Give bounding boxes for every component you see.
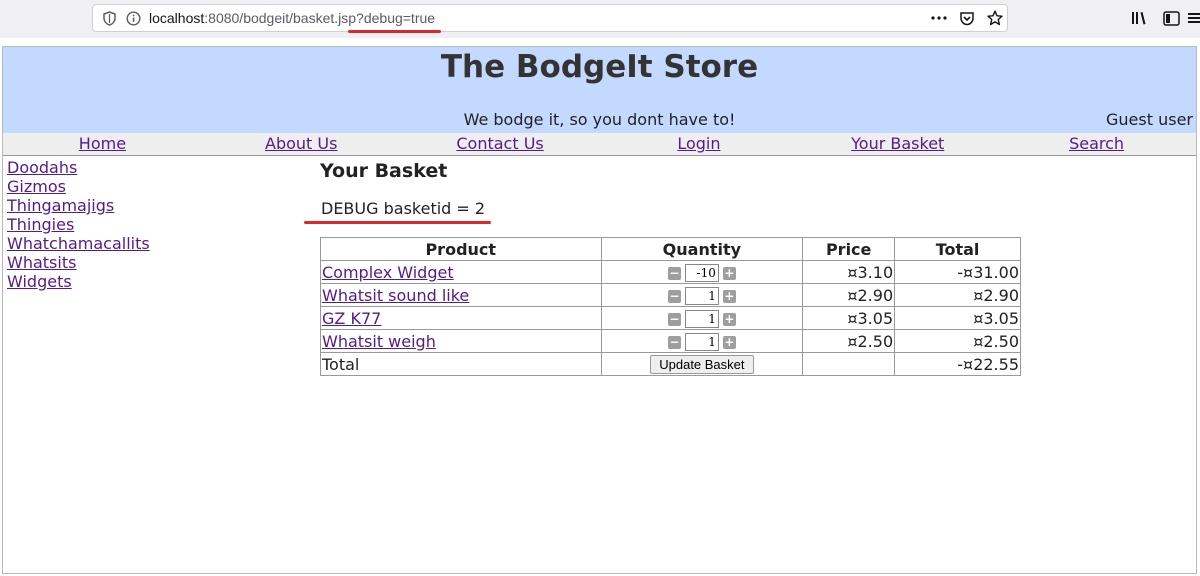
decrement-icon[interactable]: − (667, 312, 681, 326)
address-bar[interactable]: localhost:8080/bodgeit/basket.jsp?debug=… (92, 4, 1008, 32)
sidebar-item-doodahs[interactable]: Doodahs (7, 158, 150, 177)
url-highlight-underline (348, 30, 441, 33)
price-cell: ¤2.50 (802, 329, 896, 353)
category-sidebar: Doodahs Gizmos Thingamajigs Thingies Wha… (7, 158, 150, 291)
update-cell: Update Basket (600, 352, 804, 376)
column-header-quantity: Quantity (600, 237, 804, 261)
main-nav: Home About Us Contact Us Login Your Bask… (3, 133, 1196, 155)
nav-divider (3, 155, 1196, 156)
sidebar-item-gizmos[interactable]: Gizmos (7, 177, 150, 196)
table-row: Whatsit sound like −+ ¤2.90 ¤2.90 (320, 283, 1021, 307)
price-cell: ¤3.10 (802, 260, 896, 284)
column-header-product: Product (320, 237, 602, 261)
table-row: GZ K77 −+ ¤3.05 ¤3.05 (320, 306, 1021, 330)
nav-contact-us[interactable]: Contact Us (401, 133, 600, 155)
total-cell: ¤2.90 (894, 283, 1021, 307)
nav-your-basket[interactable]: Your Basket (798, 133, 997, 155)
info-icon[interactable] (125, 5, 141, 31)
page-title: Your Basket (320, 160, 448, 182)
product-link[interactable]: Whatsit weigh (322, 332, 436, 351)
site-header: The BodgeIt Store We bodge it, so you do… (3, 47, 1196, 133)
product-cell: Whatsit weigh (320, 329, 602, 353)
table-row: Complex Widget −+ ¤3.10 -¤31.00 (320, 260, 1021, 284)
basket-content: Your Basket DEBUG basketid = 2 Product Q… (304, 157, 1040, 376)
shield-icon[interactable] (101, 5, 117, 31)
decrement-icon[interactable]: − (667, 335, 681, 349)
debug-basketid: DEBUG basketid = 2 (321, 199, 486, 218)
page-actions-icon[interactable] (929, 5, 949, 31)
quantity-input[interactable] (684, 264, 719, 283)
sidebar-toggle-icon[interactable] (1159, 5, 1183, 31)
increment-icon[interactable]: + (722, 335, 736, 349)
pocket-icon[interactable] (957, 5, 977, 31)
library-icon[interactable] (1128, 5, 1152, 31)
decrement-icon[interactable]: − (667, 266, 681, 280)
column-header-price: Price (802, 237, 896, 261)
total-cell: -¤31.00 (894, 260, 1021, 284)
user-status: Guest user (1106, 110, 1193, 129)
nav-home[interactable]: Home (3, 133, 202, 155)
sidebar-item-thingies[interactable]: Thingies (7, 215, 150, 234)
increment-icon[interactable]: + (722, 266, 736, 280)
price-cell: ¤2.90 (802, 283, 896, 307)
empty-price-cell (802, 352, 896, 376)
sidebar-item-whatsits[interactable]: Whatsits (7, 253, 150, 272)
price-cell: ¤3.05 (802, 306, 896, 330)
page-frame: The BodgeIt Store We bodge it, so you do… (2, 46, 1197, 574)
grand-total: -¤22.55 (894, 352, 1021, 376)
url-path: :8080/bodgeit/basket.jsp?debug=true (204, 10, 436, 26)
nav-about-us[interactable]: About Us (202, 133, 401, 155)
table-row: Whatsit weigh −+ ¤2.50 ¤2.50 (320, 329, 1021, 353)
quantity-cell: −+ (600, 306, 804, 330)
url-host: localhost (149, 10, 205, 26)
column-header-total: Total (894, 237, 1021, 261)
quantity-input[interactable] (684, 310, 719, 329)
total-cell: ¤3.05 (894, 306, 1021, 330)
product-link[interactable]: GZ K77 (322, 309, 381, 328)
bookmark-star-icon[interactable] (985, 5, 1005, 31)
product-cell: Whatsit sound like (320, 283, 602, 307)
total-label: Total (320, 352, 602, 376)
basket-table: Product Quantity Price Total Complex Wid… (320, 237, 1021, 376)
nav-search[interactable]: Search (997, 133, 1196, 155)
menu-icon[interactable] (1186, 5, 1200, 31)
product-cell: Complex Widget (320, 260, 602, 284)
nav-login[interactable]: Login (599, 133, 798, 155)
increment-icon[interactable]: + (722, 312, 736, 326)
debug-highlight-underline (304, 221, 491, 224)
decrement-icon[interactable]: − (667, 289, 681, 303)
product-cell: GZ K77 (320, 306, 602, 330)
sidebar-item-thingamajigs[interactable]: Thingamajigs (7, 196, 150, 215)
url-text[interactable]: localhost:8080/bodgeit/basket.jsp?debug=… (149, 5, 435, 31)
browser-toolbar: localhost:8080/bodgeit/basket.jsp?debug=… (0, 0, 1200, 38)
product-link[interactable]: Complex Widget (322, 263, 454, 282)
update-basket-button[interactable]: Update Basket (650, 355, 754, 374)
site-tagline: We bodge it, so you dont have to! (463, 110, 736, 129)
quantity-cell: −+ (600, 283, 804, 307)
sidebar-item-widgets[interactable]: Widgets (7, 272, 150, 291)
quantity-input[interactable] (684, 333, 719, 352)
sidebar-item-whatchamacallits[interactable]: Whatchamacallits (7, 234, 150, 253)
site-title: The BodgeIt Store (440, 49, 759, 85)
quantity-cell: −+ (600, 260, 804, 284)
product-link[interactable]: Whatsit sound like (322, 286, 469, 305)
table-header-row: Product Quantity Price Total (320, 237, 1021, 261)
quantity-input[interactable] (684, 287, 719, 306)
quantity-cell: −+ (600, 329, 804, 353)
total-row: Total Update Basket -¤22.55 (320, 352, 1021, 376)
increment-icon[interactable]: + (722, 289, 736, 303)
total-cell: ¤2.50 (894, 329, 1021, 353)
